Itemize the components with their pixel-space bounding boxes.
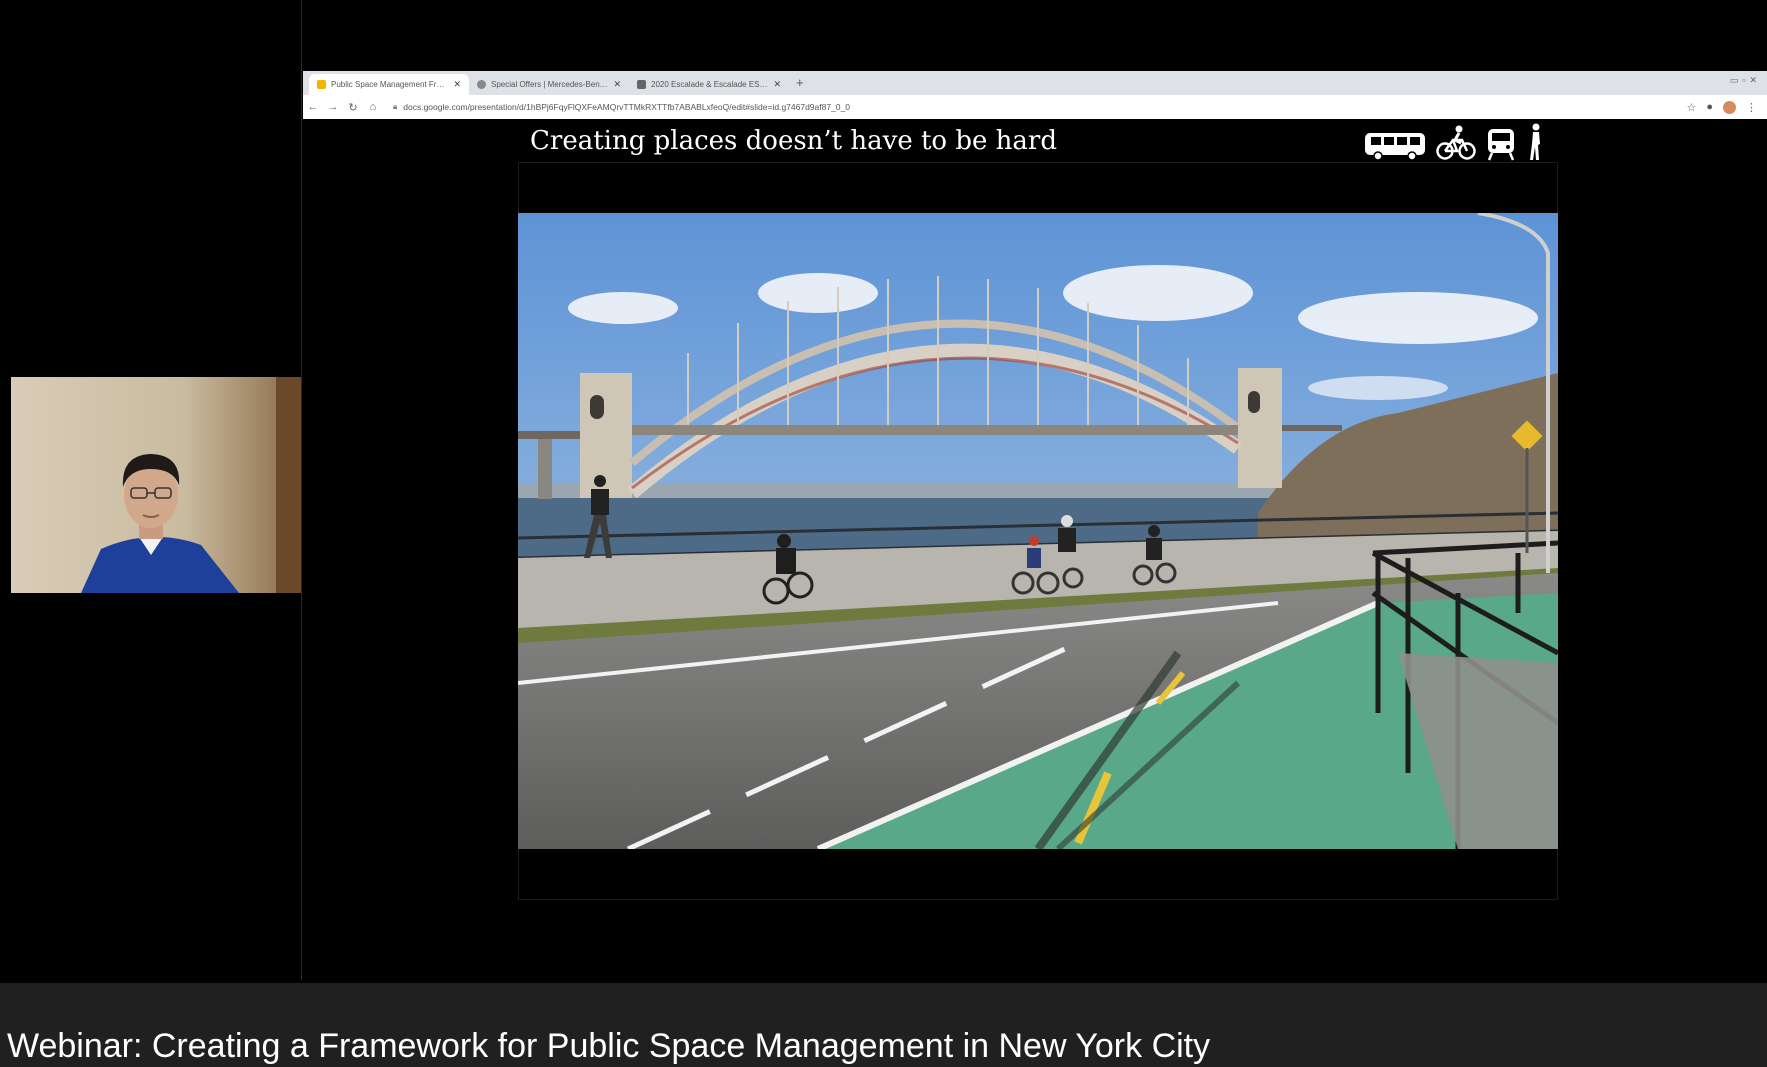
browser-tab-2[interactable]: Special Offers | Mercedes-Benz USA ✕ [469,74,629,95]
home-icon[interactable]: ⌂ [363,101,383,113]
train-icon [1487,129,1515,161]
lock-icon: 🔒︎ [393,102,398,111]
profile-avatar[interactable] [1723,100,1736,114]
new-tab-button[interactable]: + [796,75,804,90]
pedestrian-icon [1530,123,1540,160]
transport-mode-icons [1364,123,1546,161]
tab-close-icon[interactable]: ✕ [613,79,621,90]
slide-title: Creating places doesn’t have to be hard [530,126,1057,156]
participant-video-image [11,377,301,593]
browser-toolbar: ← → ↻ ⌂ 🔒︎ docs.google.com/presentation/… [303,95,1767,119]
forward-arrow-icon[interactable]: → [323,101,343,113]
tab-label: 2020 Escalade & Escalade ESV | Full Si..… [651,80,768,89]
reload-icon[interactable]: ↻ [343,101,363,114]
tab-label: Special Offers | Mercedes-Benz USA [491,80,608,89]
photo-illustration [518,213,1558,849]
mercedes-favicon-icon [477,80,486,89]
browser-window: Public Space Management Framework ✕ Spec… [303,71,1767,119]
bus-icon [1365,133,1425,161]
browser-tab-3[interactable]: 2020 Escalade & Escalade ESV | Full Si..… [629,74,789,95]
url-text: docs.google.com/presentation/d/1hBPj6Fqy… [403,102,850,112]
tab-close-icon[interactable]: ✕ [453,79,461,90]
presentation-slide: Creating places doesn’t have to be hard [518,120,1558,900]
bridge-bike-lane-photo [518,213,1558,849]
address-bar[interactable]: 🔒︎ docs.google.com/presentation/d/1hBPj6… [393,98,1676,116]
tab-close-icon[interactable]: ✕ [773,79,781,90]
bicycle-icon [1436,125,1476,160]
bookmark-star-icon[interactable]: ☆ [1686,101,1696,114]
tab-bar: Public Space Management Framework ✕ Spec… [303,71,1767,95]
tab-label: Public Space Management Framework [331,80,448,89]
video-title: Webinar: Creating a Framework for Public… [7,1027,1211,1065]
browser-tab-1[interactable]: Public Space Management Framework ✕ [309,74,469,95]
participant-column [10,0,302,980]
participant-video-tile[interactable] [11,377,301,593]
menu-kebab-icon[interactable]: ⋮ [1746,101,1757,114]
slides-favicon-icon [317,80,326,89]
shared-screen: Public Space Management Framework ✕ Spec… [303,0,1767,980]
cadillac-favicon-icon [637,80,646,89]
window-controls[interactable]: ▭▫✕ [1730,75,1761,86]
back-arrow-icon[interactable]: ← [303,101,323,113]
video-caption-bar: Webinar: Creating a Framework for Public… [0,983,1767,1067]
extension-icon[interactable]: ● [1706,101,1713,113]
